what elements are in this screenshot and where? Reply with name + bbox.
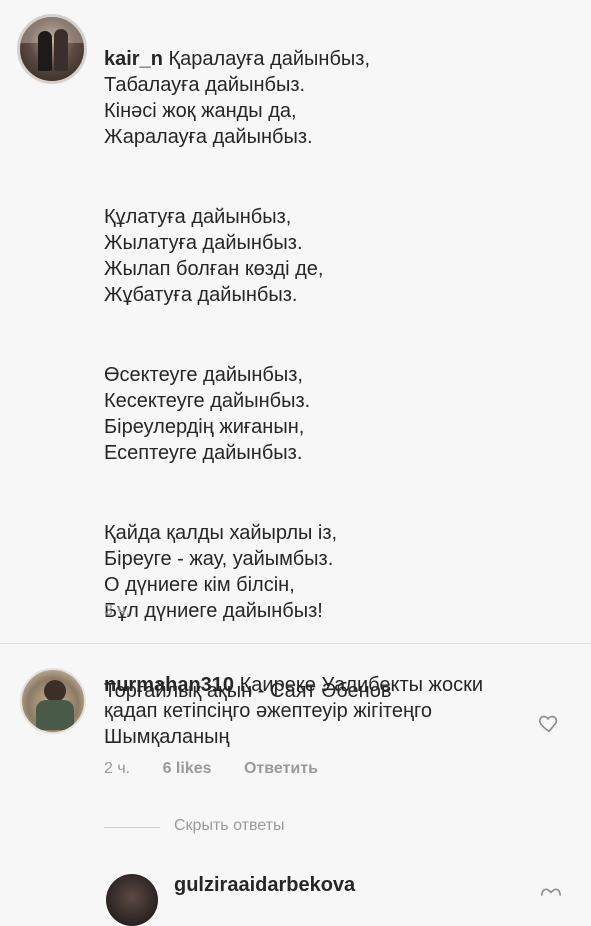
caption-stanza-2: Құлатуға дайынбыз, Жылатуға дайынбыз. Жы… [104,206,324,306]
comment-timestamp: 2 ч. [104,760,131,777]
next-commenter-avatar[interactable] [106,874,158,926]
replies-toggle-line [104,827,160,828]
post-author-username[interactable]: kair_n [104,48,163,70]
caption-stanza-1: kair_n Қаралауға дайынбыз, Табалауға дай… [104,46,574,150]
caption-stanza-3: Өсектеуге дайынбыз, Кесектеуге дайынбыз.… [104,364,311,464]
post-caption: kair_n Қаралауға дайынбыз, Табалауға дай… [104,20,574,730]
hide-replies-button[interactable]: Скрыть ответы [174,817,284,835]
avatar-figure-left [38,31,52,71]
heart-outline-icon[interactable] [540,886,562,896]
comment-actions: 2 ч. 6 likes Ответить [104,760,346,778]
avatar-background [20,17,84,43]
divider [0,643,591,644]
heart-outline-icon[interactable] [538,712,560,734]
avatar-person-head [44,680,66,702]
commenter-avatar[interactable] [20,668,86,734]
avatar-person-body [36,700,74,730]
commenter-username[interactable]: nurmahan310 [104,674,234,696]
avatar-figure-right [54,29,68,71]
caption-stanza-4: Қайда қалды хайырлы із, Біреуге - жау, у… [104,522,338,622]
reply-button[interactable]: Ответить [244,760,318,777]
comment-likes-link[interactable]: 6 likes [163,760,212,777]
next-commenter-username[interactable]: gulziraaidarbekova [174,874,355,897]
post-timestamp: 3 ч. [104,602,131,619]
comment-body: nurmahan310 Қаиреке Уалибекты жоски қада… [104,672,514,750]
post-author-avatar[interactable] [17,14,87,84]
